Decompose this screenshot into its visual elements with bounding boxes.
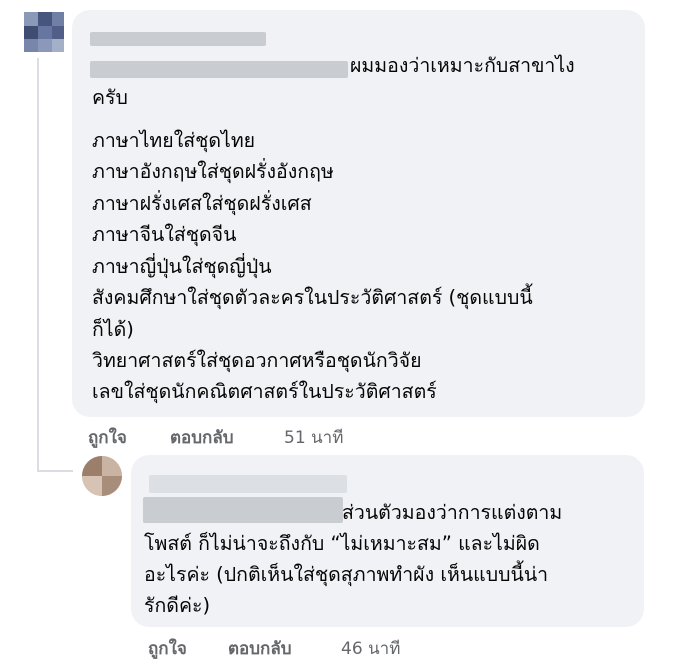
comment-actions: ถูกใจ ตอบกลับ 46 นาที	[148, 635, 448, 659]
redacted-name	[149, 475, 347, 493]
comment-text-line: ส่วนตัวมองว่าการแต่งตาม	[342, 501, 563, 524]
comment-text-line: ภาษาญี่ปุ่นใส่ชุดญี่ปุ่น	[92, 255, 272, 278]
comment-text-line: ภาษาจีนใส่ชุดจีน	[92, 223, 237, 246]
comment-text-line: อะไรค่ะ (ปกติเห็นใส่ชุดสุภาพทำผัง เห็นแบ…	[144, 563, 549, 586]
thread-line-branch	[37, 470, 73, 472]
thread-line	[37, 58, 39, 471]
reply-button[interactable]: ตอบกลับ	[170, 424, 234, 451]
comment-text-line: ก็ได้)	[92, 318, 134, 341]
comment-text-line: โพสต์ ก็ไม่น่าจะถึงกับ “ไม่เหมาะสม” และไ…	[144, 532, 540, 555]
comment-text-line: รักดีค่ะ)	[144, 594, 211, 617]
like-button[interactable]: ถูกใจ	[88, 424, 127, 451]
reply-button[interactable]: ตอบกลับ	[228, 635, 292, 662]
comment-text: ส่วนตัวมองว่าการแต่งตาม โพสต์ ก็ไม่น่าจะ…	[144, 499, 634, 623]
comment-text-line: ภาษาไทยใส่ชุดไทย	[92, 129, 256, 152]
comment-text: ผมมองว่าเหมาะกับสาขาไง ครับ ภาษาไทยใส่ชุ…	[92, 52, 632, 403]
like-button[interactable]: ถูกใจ	[148, 635, 187, 662]
comment-text-line: สังคมศึกษาใส่ชุดตัวละครในประวัติศาสตร์ (…	[92, 286, 533, 309]
comment-actions: ถูกใจ ตอบกลับ 51 นาที	[88, 424, 388, 448]
avatar[interactable]	[82, 456, 122, 496]
comment-bubble: ผมมองว่าเหมาะกับสาขาไง ครับ ภาษาไทยใส่ชุ…	[72, 10, 645, 417]
comment-text-line: ภาษาฝรั่งเศสใส่ชุดฝรั่งเศส	[92, 192, 312, 215]
comment-text-line: วิทยาศาสตร์ใส่ชุดอวกาศหรือชุดนักวิจัย	[92, 349, 422, 372]
avatar[interactable]	[24, 12, 64, 52]
comment-text-line: เลขใส่ชุดนักคณิตศาสตร์ในประวัติศาสตร์	[92, 380, 437, 403]
comment-text-line: ผมมองว่าเหมาะกับสาขาไง	[350, 54, 575, 77]
timestamp[interactable]: 46 นาที	[341, 635, 400, 662]
comment-bubble: ส่วนตัวมองว่าการแต่งตาม โพสต์ ก็ไม่น่าจะ…	[131, 455, 644, 627]
comment-text-line: ภาษาอังกฤษใส่ชุดฝรั่งอังกฤษ	[92, 160, 334, 183]
redacted-name	[90, 32, 266, 46]
comment-text-line: ครับ	[92, 86, 128, 109]
timestamp[interactable]: 51 นาที	[284, 424, 343, 451]
